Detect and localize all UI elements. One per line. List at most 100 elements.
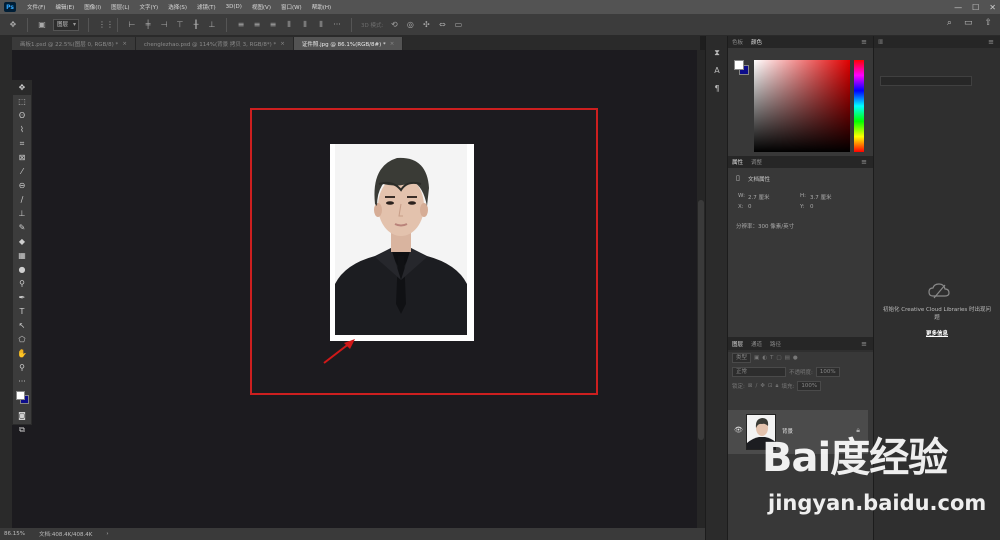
id-photo[interactable] — [330, 144, 474, 341]
3d-scale-icon[interactable]: ▭ — [453, 20, 463, 30]
tab-document-1[interactable]: 画板1.psd @ 22.5%(图层 0, RGB/8) * × — [12, 37, 136, 50]
3d-pan-icon[interactable]: ✣ — [421, 20, 431, 30]
align-top-icon[interactable]: ⊤ — [175, 20, 185, 30]
type-tool-icon[interactable]: T — [13, 305, 31, 319]
tab-color[interactable]: 颜色 — [751, 38, 762, 46]
clone-stamp-tool-icon[interactable]: ⊥ — [13, 207, 31, 221]
menu-view[interactable]: 视图(V) — [247, 3, 276, 11]
menu-file[interactable]: 文件(F) — [22, 3, 50, 11]
distribute-bottom-icon[interactable]: ≡ — [268, 20, 278, 30]
layer-kind-filter[interactable]: 类型 — [732, 353, 752, 363]
lock-image-icon[interactable]: ∕ — [755, 383, 757, 389]
workspace-icon[interactable]: ▭ — [964, 18, 973, 28]
quick-mask-icon[interactable]: ◙ — [13, 409, 31, 423]
visibility-eye-icon[interactable]: 👁︎ — [734, 426, 744, 436]
lock-all-icon[interactable]: 🔒︎ — [776, 383, 779, 390]
menu-window[interactable]: 窗口(W) — [276, 3, 307, 11]
panel-menu-icon[interactable]: ≡ — [861, 338, 867, 350]
menu-3d[interactable]: 3D(D) — [221, 4, 247, 10]
menu-select[interactable]: 选择(S) — [163, 3, 192, 11]
gradient-tool-icon[interactable]: ▦ — [13, 249, 31, 263]
auto-select-checkbox-icon[interactable]: ▣ — [37, 20, 47, 30]
edit-toolbar-icon[interactable]: ··· — [13, 375, 31, 389]
align-middle-icon[interactable]: ╫ — [191, 20, 201, 30]
align-left-icon[interactable]: ⊢ — [127, 20, 137, 30]
filter-adjust-icon[interactable]: ◐ — [762, 355, 767, 361]
height-value[interactable]: 3.7 厘米 — [810, 193, 832, 201]
paragraph-icon[interactable]: ¶ — [706, 82, 728, 96]
distribute-middle-icon[interactable]: ≡ — [252, 20, 262, 30]
quick-select-tool-icon[interactable]: ⌇ — [13, 123, 31, 137]
tab-document-3[interactable]: 证件照.jpg @ 86.1%(RGB/8#) * × — [293, 37, 404, 50]
lock-artboard-icon[interactable]: ⊡ — [768, 383, 773, 389]
tab-libraries-icon[interactable]: ▥ — [878, 39, 883, 45]
distribute-right-icon[interactable]: ⦀ — [316, 20, 326, 30]
tab-document-2[interactable]: chenglezhao.psd @ 114%(背景 拷贝 3, RGB/8*) … — [135, 37, 294, 50]
tab-channels[interactable]: 通道 — [751, 340, 762, 348]
filter-pixel-icon[interactable]: ▣ — [754, 355, 759, 361]
menu-help[interactable]: 帮助(H) — [307, 3, 336, 11]
close-icon[interactable]: ✕ — [989, 3, 996, 12]
tab-swatches[interactable]: 色板 — [732, 38, 743, 46]
lock-pixels-icon[interactable]: ⊠ — [748, 383, 753, 389]
blend-mode-dropdown[interactable]: 正常 — [732, 367, 786, 377]
distribute-top-icon[interactable]: ≡ — [236, 20, 246, 30]
eyedropper-tool-icon[interactable]: ⁄ — [13, 165, 31, 179]
transform-controls-icon[interactable]: ⋮⋮ — [98, 20, 114, 30]
move-tool-icon[interactable]: ✥ — [8, 20, 18, 30]
distribute-left-icon[interactable]: ⦀ — [284, 20, 294, 30]
hue-slider[interactable] — [854, 60, 864, 152]
align-bottom-icon[interactable]: ⊥ — [207, 20, 217, 30]
3d-roll-icon[interactable]: ◎ — [405, 20, 415, 30]
distribute-center-icon[interactable]: ⦀ — [300, 20, 310, 30]
more-options-icon[interactable]: ··· — [332, 20, 342, 30]
brush-tool-icon[interactable]: ∕ — [13, 193, 31, 207]
tab-close-icon[interactable]: × — [122, 41, 127, 47]
tab-close-icon[interactable]: × — [390, 41, 395, 47]
y-value[interactable]: 0 — [810, 204, 814, 210]
zoom-tool-icon[interactable]: ⚲ — [13, 361, 31, 375]
dodge-tool-icon[interactable]: ⚲ — [13, 277, 31, 291]
crop-tool-icon[interactable]: ⌗ — [13, 137, 31, 151]
menu-edit[interactable]: 编辑(E) — [50, 3, 79, 11]
color-picker-field[interactable] — [754, 60, 850, 152]
menu-layer[interactable]: 图层(L) — [106, 3, 134, 11]
x-value[interactable]: 0 — [748, 204, 752, 210]
fill-input[interactable]: 100% — [797, 381, 822, 391]
3d-rotate-icon[interactable]: ⟲ — [389, 20, 399, 30]
hand-tool-icon[interactable]: ✋ — [13, 347, 31, 361]
tab-paths[interactable]: 路径 — [770, 340, 781, 348]
shape-tool-icon[interactable]: ⬠ — [13, 333, 31, 347]
marquee-tool-icon[interactable]: ⬚ — [13, 95, 31, 109]
filter-shape-icon[interactable]: ▢ — [776, 355, 781, 361]
panel-menu-icon[interactable]: ≡ — [861, 156, 867, 168]
move-tool-icon[interactable]: ✥ — [13, 81, 31, 95]
more-info-link[interactable]: 更多信息 — [882, 329, 992, 337]
photoshop-logo-icon[interactable]: Ps — [4, 2, 16, 12]
vertical-scrollbar[interactable] — [697, 50, 705, 528]
foreground-color-swatch[interactable] — [16, 391, 25, 400]
menu-type[interactable]: 文字(Y) — [135, 3, 164, 11]
lock-position-icon[interactable]: ✥ — [760, 383, 765, 389]
frame-tool-icon[interactable]: ⊠ — [13, 151, 31, 165]
eraser-tool-icon[interactable]: ◆ — [13, 235, 31, 249]
pen-tool-icon[interactable]: ✒ — [13, 291, 31, 305]
align-right-icon[interactable]: ⊣ — [159, 20, 169, 30]
screen-mode-icon[interactable]: ⧉ — [13, 423, 31, 437]
status-arrow-icon[interactable]: › — [106, 531, 108, 537]
scrollbar-thumb[interactable] — [698, 200, 704, 440]
filter-type-icon[interactable]: T — [770, 355, 773, 361]
3d-slide-icon[interactable]: ⇔ — [437, 20, 447, 30]
panel-menu-icon[interactable]: ≡ — [988, 36, 994, 48]
minimize-icon[interactable]: — — [954, 3, 962, 12]
character-icon[interactable]: A — [706, 64, 728, 78]
history-icon[interactable]: ⧗ — [706, 46, 728, 60]
auto-select-dropdown[interactable]: 图层 — [53, 18, 80, 31]
blur-tool-icon[interactable]: ● — [13, 263, 31, 277]
width-value[interactable]: 2.7 厘米 — [748, 193, 770, 201]
menu-filter[interactable]: 滤镜(T) — [192, 3, 221, 11]
zoom-level[interactable]: 86.15% — [4, 531, 25, 537]
healing-brush-tool-icon[interactable]: ⊖ — [13, 179, 31, 193]
foreground-color-swatch[interactable] — [734, 60, 744, 70]
filter-smart-icon[interactable]: ▤ — [785, 355, 790, 361]
